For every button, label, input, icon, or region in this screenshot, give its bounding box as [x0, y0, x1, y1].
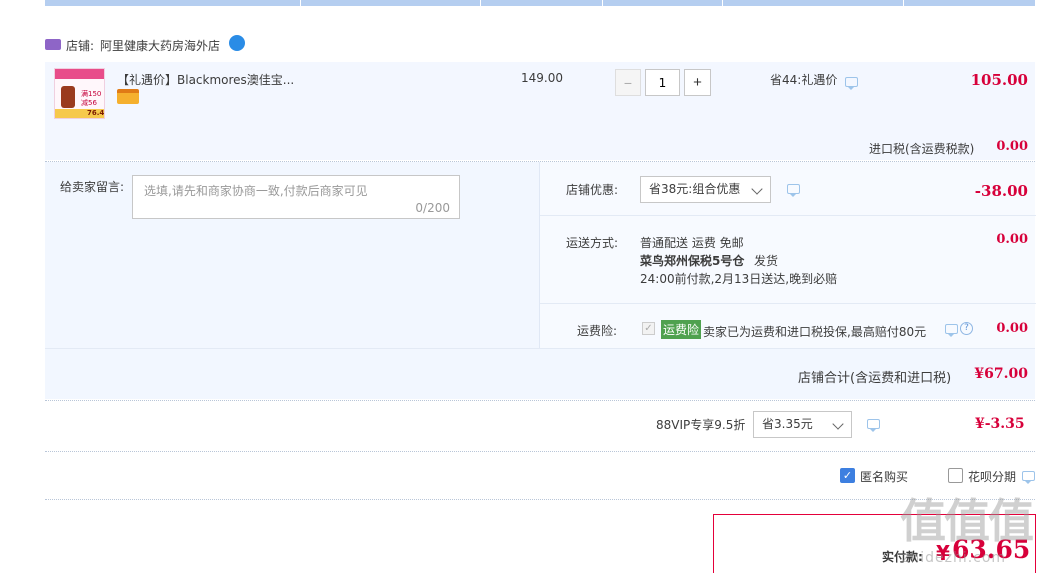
shop-label: 店铺:: [66, 39, 95, 53]
message-textarea[interactable]: 选填,请先和商家协商一致,付款后商家可见 0/200: [132, 175, 460, 219]
header-divider: [903, 0, 904, 6]
installment-info-icon[interactable]: [1022, 471, 1035, 484]
product-title-link[interactable]: 【礼遇价】Blackmores澳佳宝...: [117, 71, 307, 88]
tax-label: 进口税(含运费税款): [869, 142, 975, 156]
vip-discount-value: ¥-3.35: [975, 416, 1025, 432]
shop-discount-label: 店铺优惠:: [566, 183, 619, 197]
item-discount-note: 省44:礼遇价: [770, 73, 838, 87]
insurance-checkbox: ✓: [642, 322, 655, 335]
quantity-decrease-button[interactable]: −: [615, 69, 641, 96]
shop-discount-info-icon[interactable]: [787, 184, 800, 197]
chevron-down-icon: [832, 418, 844, 430]
wangwang-chat-icon[interactable]: [229, 35, 245, 51]
header-divider: [602, 0, 603, 6]
shop-header: 店铺: 阿里健康大药房海外店: [45, 34, 445, 54]
row-divider: [45, 348, 1035, 349]
insurance-label: 运费险:: [577, 324, 618, 338]
shop-total-value: ¥67.00: [974, 366, 1028, 382]
vip-discount-select[interactable]: 省3.35元: [753, 411, 852, 438]
thumbnail-top-band: [55, 69, 104, 79]
insurance-badge: 运费险: [661, 320, 702, 339]
shipping-warehouse: 菜鸟郑州保税5号仓: [640, 254, 745, 268]
vip-label: 88VIP专享9.5折: [656, 418, 746, 432]
insurance-info-icon[interactable]: [945, 324, 958, 337]
shop-cat-icon: [45, 39, 61, 50]
order-options-block: 给卖家留言: 选填,请先和商家协商一致,付款后商家可见 0/200 店铺优惠: …: [45, 162, 1036, 399]
insurance-help-icon[interactable]: ?: [960, 322, 973, 335]
item-subtotal: 105.00: [970, 71, 1028, 89]
shipping-value: 0.00: [996, 232, 1028, 247]
shop-discount-value: -38.00: [974, 182, 1028, 200]
message-label: 给卖家留言:: [60, 180, 125, 194]
quantity-increase-button[interactable]: +: [684, 69, 711, 96]
table-header-strip: [45, 0, 1035, 6]
insurance-description: 卖家已为运费和进口税投保,最高赔付80元: [703, 325, 927, 339]
product-thumbnail[interactable]: 满150 减56 76.4: [54, 68, 105, 119]
tax-value: 0.00: [996, 139, 1028, 154]
options-right-panel: 店铺优惠: 省38元:组合优惠 -38.00 运送方式: 普通配送 运费 免邮 …: [539, 162, 1036, 348]
anonymous-checkbox[interactable]: ✓: [840, 468, 855, 483]
thumb-price: 76.4: [87, 109, 105, 117]
shop-discount-select[interactable]: 省38元:组合优惠: [640, 176, 771, 203]
shop-total-label: 店铺合计(含运费和进口税): [798, 371, 952, 386]
header-divider: [722, 0, 723, 6]
row-divider: [540, 303, 1036, 304]
section-divider: [45, 451, 1035, 452]
section-divider: [45, 499, 1035, 500]
shipping-dispatch: 发货: [754, 254, 779, 268]
installment-checkbox[interactable]: [948, 468, 963, 483]
watermark-logo: 值值值: [900, 494, 1034, 548]
shop-name-link[interactable]: 阿里健康大药房海外店: [100, 37, 220, 54]
discount-info-icon[interactable]: [845, 77, 858, 90]
header-divider: [300, 0, 301, 6]
shipping-delivery-note: 24:00前付款,2月13日送达,晚到必赔: [640, 272, 838, 286]
quantity-input[interactable]: [645, 69, 680, 96]
bottle-shape: [61, 86, 75, 108]
vip-info-icon[interactable]: [867, 419, 880, 432]
thumb-promo-line2: 减56: [81, 99, 97, 107]
shipping-method: 普通配送 运费 免邮: [640, 236, 744, 250]
shipping-label: 运送方式:: [566, 236, 619, 250]
card-badge-icon: [117, 89, 139, 104]
shop-discount-selected: 省38元:组合优惠: [649, 182, 741, 196]
header-divider: [480, 0, 481, 6]
message-placeholder: 选填,请先和商家协商一致,付款后商家可见: [144, 184, 368, 198]
section-divider: [45, 400, 1035, 401]
item-row: 满150 减56 76.4 【礼遇价】Blackmores澳佳宝... 149.…: [45, 62, 1035, 160]
quantity-stepper: − +: [615, 69, 712, 97]
anonymous-label[interactable]: 匿名购买: [860, 468, 908, 485]
row-divider: [540, 215, 1036, 216]
chevron-down-icon: [751, 183, 763, 195]
insurance-value: 0.00: [996, 321, 1028, 336]
unit-price: 149.00: [521, 71, 563, 85]
message-char-count: 0/200: [415, 201, 450, 215]
installment-label[interactable]: 花呗分期: [968, 468, 1016, 485]
watermark-url: zhidezhi.com: [902, 550, 1007, 566]
vip-discount-selected: 省3.35元: [762, 417, 813, 431]
